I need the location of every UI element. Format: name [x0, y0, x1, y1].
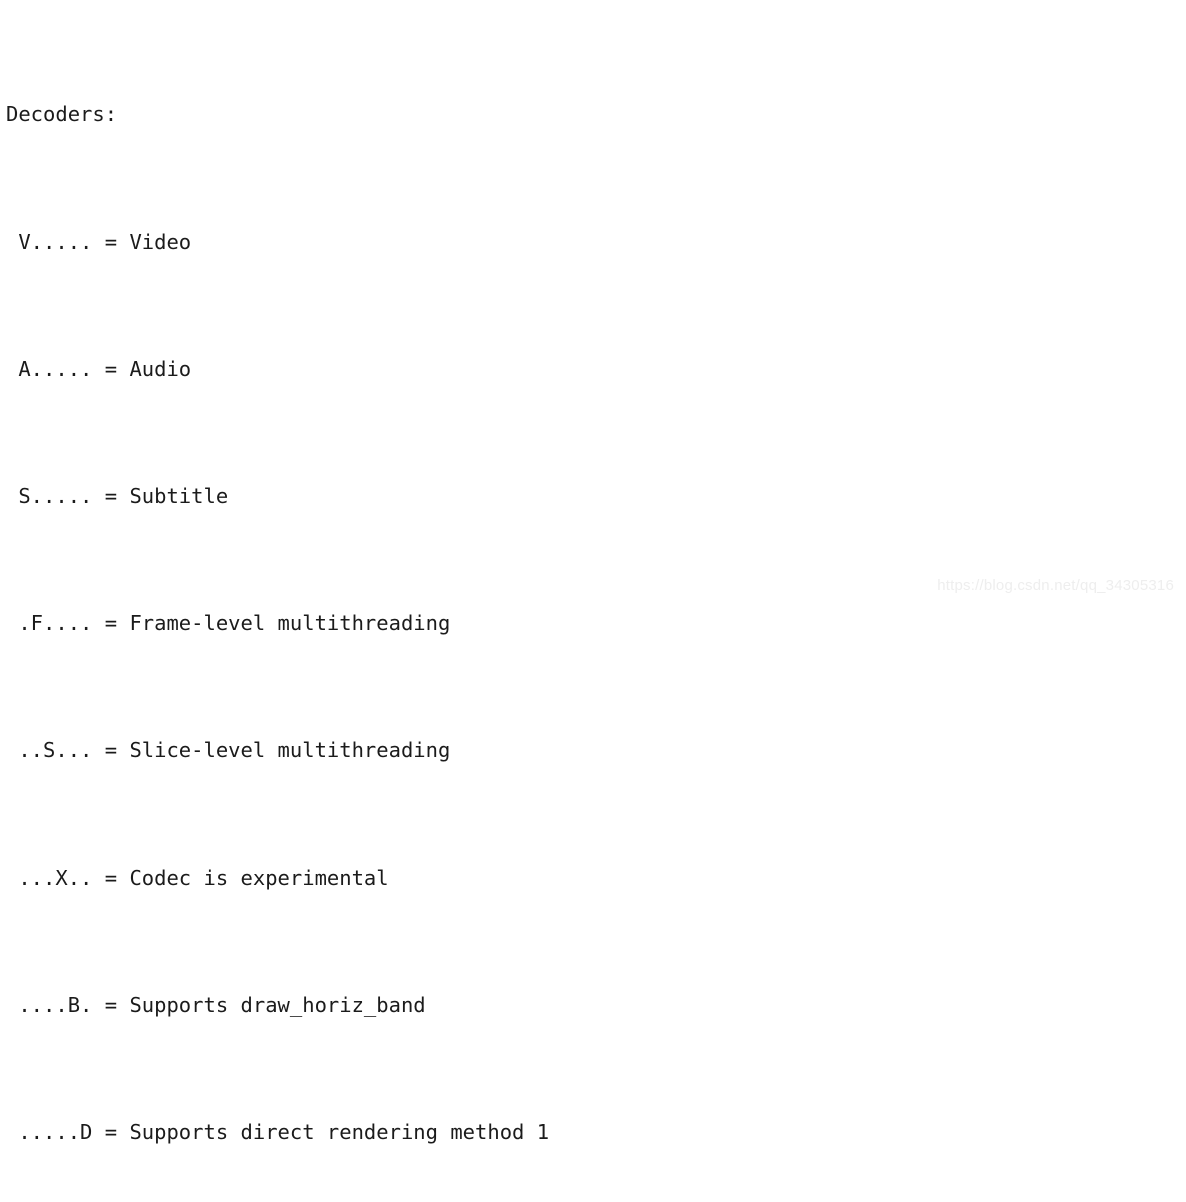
legend-equals: = [92, 865, 130, 890]
legend-equals: = [92, 1119, 130, 1144]
decoders-heading-line: Decoders: [6, 99, 1186, 131]
legend-row: .....D = Supports direct rendering metho… [6, 1117, 1186, 1149]
legend-row: .F.... = Frame-level multithreading [6, 608, 1186, 640]
legend-equals: = [92, 611, 130, 636]
decoders-heading: Decoders: [6, 102, 118, 127]
legend-flag-key: S..... [18, 483, 93, 508]
legend-row: ...X.. = Codec is experimental [6, 863, 1186, 895]
legend-equals: = [92, 992, 130, 1017]
legend-row: S..... = Subtitle [6, 481, 1186, 513]
legend-row: A..... = Audio [6, 354, 1186, 386]
legend-description: Frame-level multithreading [129, 611, 451, 636]
terminal-output: Decoders: V..... = Video A..... = Audio … [0, 0, 1186, 1144]
legend-description: Subtitle [129, 483, 229, 508]
legend-description: Codec is experimental [129, 865, 389, 890]
legend-description: Supports direct rendering method 1 [129, 1119, 550, 1144]
legend-flag-key: .....D [18, 1119, 93, 1144]
legend-equals: = [92, 229, 130, 254]
legend-description: Audio [129, 356, 192, 381]
legend-equals: = [92, 483, 130, 508]
legend-flag-key: V..... [18, 229, 93, 254]
legend-description: Video [129, 229, 192, 254]
watermark: https://blog.csdn.net/qq_34305316 [937, 577, 1174, 594]
legend-equals: = [92, 738, 130, 763]
legend-flag-key: ....B. [18, 992, 93, 1017]
legend-row: V..... = Video [6, 227, 1186, 259]
legend-flag-key: .F.... [18, 611, 93, 636]
legend-equals: = [92, 356, 130, 381]
legend-flag-key: ...X.. [18, 865, 93, 890]
legend-row: ..S... = Slice-level multithreading [6, 735, 1186, 767]
legend-description: Supports draw_horiz_band [129, 992, 426, 1017]
legend-description: Slice-level multithreading [129, 738, 451, 763]
legend-row: ....B. = Supports draw_horiz_band [6, 990, 1186, 1022]
legend-flag-key: A..... [18, 356, 93, 381]
legend-flag-key: ..S... [18, 738, 93, 763]
